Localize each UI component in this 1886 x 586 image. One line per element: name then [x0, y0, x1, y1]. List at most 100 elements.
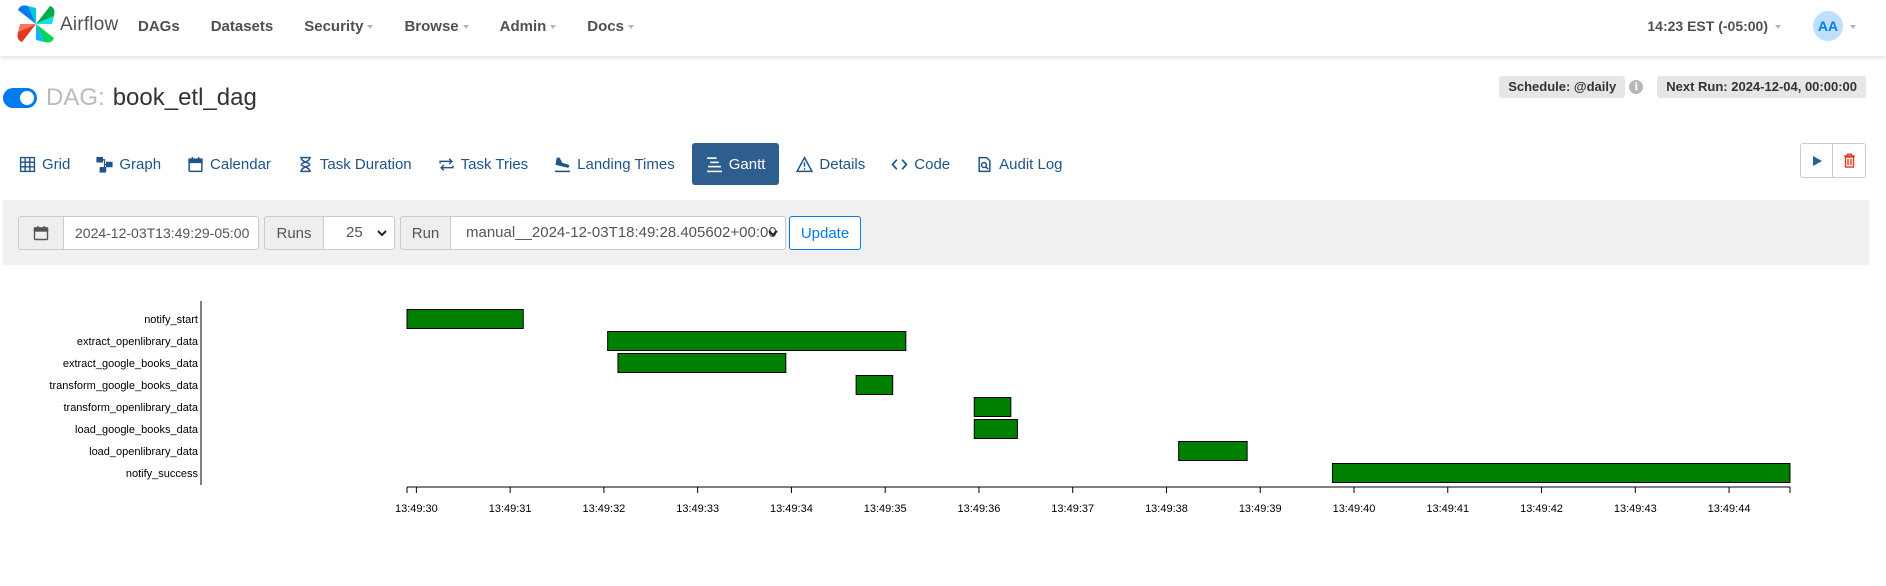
gantt-chart-svg: notify_start extract_openlibrary_dataextr… [49, 301, 1791, 515]
dag-pause-toggle[interactable] [3, 88, 37, 108]
gantt-task-bar[interactable] [973, 397, 1012, 417]
date-picker-button[interactable] [18, 216, 64, 250]
nav-browse-dropdown[interactable]: Browse [404, 17, 469, 35]
airflow-pinwheel-icon [17, 5, 55, 43]
gantt-x-tick-label: 13:49:35 [864, 503, 907, 515]
calendar-icon [188, 156, 203, 172]
nav-browse-label: Browse [404, 17, 459, 35]
user-menu-dropdown[interactable]: AA [1813, 11, 1856, 41]
gantt-icon [706, 156, 722, 172]
hourglass-icon [300, 156, 311, 172]
chevron-down-icon [768, 230, 778, 237]
gantt-task-label: extract_google_books_data [63, 358, 199, 370]
gantt-task-bar[interactable] [1178, 441, 1248, 461]
tab-code[interactable]: Code [882, 143, 959, 185]
tab-code-label: Code [914, 155, 951, 173]
tab-audit-log[interactable]: Audit Log [967, 143, 1071, 185]
trigger-dag-button[interactable] [1800, 143, 1833, 178]
gantt-task-bar[interactable] [406, 309, 524, 329]
nav-datasets-label: Datasets [210, 17, 274, 35]
tab-graph[interactable]: Graph [87, 143, 170, 185]
nav-dags[interactable]: DAGs [138, 18, 180, 35]
gantt-x-tick-label: 13:49:32 [582, 503, 625, 515]
gantt-filter-bar: 2024-12-03T13:49:29-05:00 Runs 25 Run ma… [3, 200, 1869, 265]
caret-down-icon [627, 25, 634, 29]
nav-right: 14:23 EST (-05:00) AA [1647, 0, 1856, 52]
nav-dags-label: DAGs [138, 17, 180, 35]
tab-landing-times[interactable]: Landing Times [545, 143, 684, 185]
gantt-task-bar[interactable] [855, 375, 894, 395]
gantt-task-label: load_google_books_data [75, 424, 199, 436]
caret-down-icon [367, 25, 374, 29]
gantt-x-tick-label: 13:49:33 [676, 503, 719, 515]
tab-details[interactable]: Details [787, 143, 874, 185]
tab-calendar[interactable]: Calendar [178, 143, 280, 185]
gantt-task-bar[interactable] [1331, 463, 1791, 483]
dag-prefix: DAG: [46, 84, 105, 111]
main-menu: DAGs Datasets Security Browse Admin Docs [138, 0, 665, 52]
gantt-task-label: transform_openlibrary_data [63, 402, 198, 414]
run-label: Run [400, 216, 451, 250]
caret-down-icon [462, 25, 469, 29]
gantt-task-label: extract_openlibrary_data [77, 336, 199, 348]
code-icon [891, 158, 908, 170]
tab-calendar-label: Calendar [210, 155, 271, 173]
timezone-clock-dropdown[interactable]: 14:23 EST (-05:00) [1647, 18, 1781, 34]
plane-landing-icon [555, 157, 571, 172]
gantt-task-bar[interactable] [973, 419, 1018, 439]
runs-select[interactable]: 25 [323, 216, 395, 250]
run-select[interactable]: manual__2024-12-03T18:49:28.405602+00:00 [450, 216, 786, 250]
brand-logo-link[interactable]: Airflow [16, 4, 118, 44]
caret-down-icon [1775, 25, 1781, 29]
update-button[interactable]: Update [789, 216, 861, 250]
gantt-x-tick-label: 13:49:37 [1051, 503, 1094, 515]
gantt-task-bar[interactable] [617, 353, 787, 373]
run-select-value: manual__2024-12-03T18:49:28.405602+00:00 [466, 224, 777, 241]
tab-task-tries[interactable]: Task Tries [429, 143, 538, 185]
graph-icon [96, 156, 113, 173]
runs-select-value: 25 [346, 224, 363, 241]
gantt-task-bar[interactable] [607, 331, 907, 351]
nav-docs-dropdown[interactable]: Docs [587, 18, 634, 35]
dag-header: DAG: book_etl_dag [3, 84, 257, 112]
gantt-x-tick-label: 13:49:41 [1426, 503, 1469, 515]
clock-text: 14:23 EST (-05:00) [1647, 18, 1768, 34]
caret-down-icon [1850, 25, 1856, 29]
gantt-x-tick-label: 13:49:40 [1333, 503, 1376, 515]
nav-security-label: Security [304, 17, 364, 35]
tab-task-tries-label: Task Tries [460, 155, 529, 173]
dag-schedule-badges: Schedule: @daily i Next Run: 2024-12-04,… [1499, 76, 1866, 98]
gantt-x-tick-label: 13:49:30 [395, 503, 438, 515]
tab-audit-log-label: Audit Log [999, 155, 1063, 173]
calendar-icon [33, 226, 49, 241]
gantt-task-label: load_openlibrary_data [89, 446, 199, 458]
tab-grid[interactable]: Grid [10, 143, 79, 185]
tab-task-duration-label: Task Duration [319, 155, 412, 173]
tab-gantt-label: Gantt [728, 155, 766, 173]
nav-datasets[interactable]: Datasets [211, 18, 274, 35]
info-icon[interactable]: i [1629, 80, 1644, 94]
tab-gantt[interactable]: Gantt [691, 143, 780, 185]
warning-triangle-icon [796, 155, 814, 172]
tab-graph-label: Graph [119, 155, 162, 173]
tab-landing-times-label: Landing Times [577, 155, 675, 173]
dag-action-buttons [1800, 143, 1866, 178]
chevron-down-icon [377, 230, 387, 237]
play-icon [1812, 155, 1822, 166]
top-navbar: Airflow DAGs Datasets Security Browse Ad… [0, 0, 1886, 56]
file-search-icon [978, 156, 991, 172]
gantt-chart: notify_start extract_openlibrary_data extr… [0, 295, 1886, 540]
tab-task-duration[interactable]: Task Duration [288, 143, 421, 185]
schedule-badge: Schedule: @daily [1499, 76, 1626, 98]
delete-dag-button[interactable] [1833, 143, 1866, 178]
dag-id-title: book_etl_dag [112, 84, 257, 111]
runs-label: Runs [264, 216, 324, 250]
nav-security-dropdown[interactable]: Security [304, 17, 374, 35]
nav-admin-dropdown[interactable]: Admin [500, 18, 557, 35]
base-date-input[interactable]: 2024-12-03T13:49:29-05:00 [63, 216, 259, 250]
gantt-x-tick-label: 13:49:38 [1145, 503, 1188, 515]
gantt-x-tick-label: 13:49:36 [958, 503, 1001, 515]
caret-down-icon [550, 25, 557, 29]
gantt-x-tick-label: 13:49:44 [1708, 503, 1751, 515]
nav-docs-label: Docs [587, 17, 624, 35]
